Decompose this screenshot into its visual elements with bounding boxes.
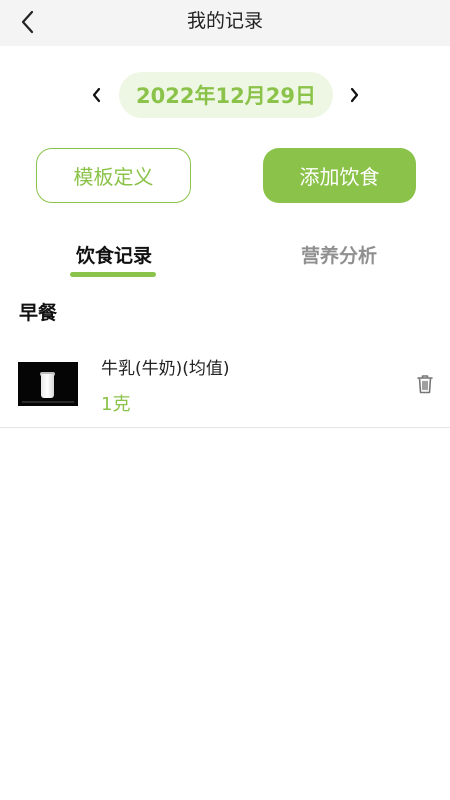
prev-date-button[interactable] xyxy=(86,84,108,106)
food-thumbnail xyxy=(18,362,78,406)
milk-glass-image xyxy=(41,374,54,398)
active-tab-indicator xyxy=(70,272,156,277)
tab-nutrition-analysis[interactable]: 营养分析 xyxy=(291,240,387,274)
chevron-left-icon xyxy=(92,87,101,103)
tab-food-record[interactable]: 饮食记录 xyxy=(68,240,160,274)
add-food-button[interactable]: 添加饮食 xyxy=(263,148,416,203)
trash-icon xyxy=(417,375,433,394)
top-bar: 我的记录 xyxy=(0,0,450,46)
date-navigator: 2022年12月29日 xyxy=(0,72,450,118)
page-title: 我的记录 xyxy=(186,10,263,32)
delete-button[interactable] xyxy=(414,372,436,396)
meal-title-breakfast: 早餐 xyxy=(19,302,58,324)
next-date-button[interactable] xyxy=(343,84,365,106)
template-define-button[interactable]: 模板定义 xyxy=(36,148,191,203)
date-display[interactable]: 2022年12月29日 xyxy=(119,72,333,118)
chevron-right-icon xyxy=(350,87,359,103)
list-item[interactable]: 牛乳(牛奶)(均值) 1克 xyxy=(0,346,450,428)
food-quantity: 1克 xyxy=(101,394,131,415)
food-name: 牛乳(牛奶)(均值) xyxy=(101,359,230,379)
